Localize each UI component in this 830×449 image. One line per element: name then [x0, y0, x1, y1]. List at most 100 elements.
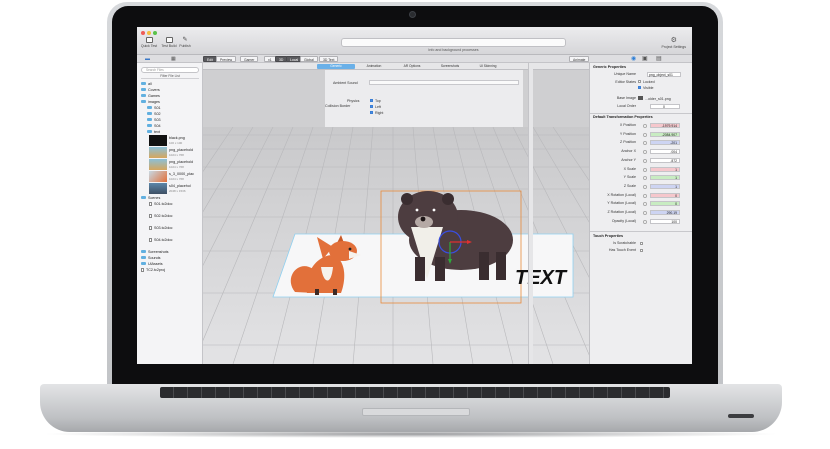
section-divider — [590, 231, 692, 232]
publish-button[interactable]: ✎ Publish — [177, 37, 193, 48]
keyframe-dot-icon[interactable] — [643, 158, 647, 163]
keyframe-dot-icon[interactable] — [643, 219, 647, 224]
tab-screenshots[interactable]: Screenshots — [431, 64, 469, 69]
transform-row-input[interactable]: 290.19 — [650, 209, 680, 215]
keyframe-dot-icon[interactable] — [643, 124, 647, 128]
app-window: Quick Test Test Build ✎ Publish Info and… — [137, 27, 692, 364]
transform-row-label: Anchor Y — [621, 157, 636, 162]
transform-row-input[interactable]: 0 — [650, 192, 680, 198]
folder-icon — [141, 256, 146, 259]
unique-name-label: Unique Name — [614, 72, 636, 76]
folder-icon — [141, 88, 146, 91]
keyframe-dot-icon[interactable] — [643, 193, 647, 198]
keyframe-dot-icon[interactable] — [643, 150, 647, 154]
project-settings-button[interactable]: ⚙ Project Settings — [661, 37, 686, 49]
checkbox-icon — [370, 99, 373, 102]
tab-ui-skinning[interactable]: UI Skinning — [469, 64, 507, 69]
trackpad — [362, 408, 470, 416]
touch-properties-heading: Touch Properties — [593, 234, 624, 238]
folder-icon — [141, 250, 146, 253]
folder-icon — [141, 94, 146, 97]
locked-checkbox[interactable]: Locked — [638, 80, 684, 84]
tree-scene[interactable]: S03.tc2doc — [149, 225, 172, 231]
has-touch-event-checkbox[interactable] — [640, 249, 643, 252]
physics-label: Physics — [347, 99, 360, 103]
activity-status-text: Info and background processes — [428, 48, 479, 52]
visible-checkbox[interactable]: Visible — [638, 86, 684, 90]
overlay-text[interactable]: TEXT — [515, 267, 568, 289]
transform-row-input[interactable]: 1 — [650, 166, 680, 172]
file-browser: Search Files Filter File List all Covers G… — [137, 63, 203, 364]
border-right-label: Right — [375, 111, 384, 115]
tab-generic[interactable]: Generic — [317, 64, 355, 69]
animate-button[interactable]: Animate — [569, 56, 590, 62]
local-order-input[interactable]: 0 — [650, 104, 680, 109]
transform-row-input[interactable]: -1979.914 — [650, 123, 680, 128]
transform-row-input[interactable]: 1 — [650, 175, 680, 180]
transform-row-input[interactable]: -2084.907 — [650, 131, 680, 137]
mode-preview[interactable]: Preview — [216, 56, 237, 62]
keyframe-dot-icon[interactable] — [643, 167, 647, 172]
folder-icon — [141, 262, 146, 265]
tree-item-label: TC2.tc2proj — [146, 268, 166, 272]
transform-row-input[interactable]: .872 — [650, 157, 680, 163]
transform-row-input[interactable]: -201 — [650, 140, 680, 145]
test-build-button[interactable]: Test Build — [159, 37, 179, 48]
keyframe-dot-icon[interactable] — [643, 202, 647, 206]
base-image-field[interactable]: ...older_s01.png — [638, 96, 682, 101]
file-icon — [141, 268, 144, 272]
quick-test-button[interactable]: Quick Test — [139, 37, 159, 48]
device-select[interactable]: Gamer — [240, 56, 259, 62]
close-window-button[interactable] — [141, 31, 145, 35]
transform-row-input[interactable]: 100 — [650, 218, 680, 224]
zoom-window-button[interactable] — [153, 31, 157, 35]
folder-label: Covers — [148, 88, 160, 92]
zoom-select[interactable]: x1 — [264, 56, 276, 62]
folder-label: Games — [148, 94, 160, 98]
tab-ar-options[interactable]: AR Options — [393, 64, 431, 69]
keyframe-dot-icon[interactable] — [643, 176, 647, 180]
keyframe-dot-icon[interactable] — [643, 184, 647, 189]
image-thumbnail[interactable] — [149, 147, 167, 158]
file-search-input[interactable]: Search Files — [141, 67, 199, 73]
unique-name-input[interactable]: png_object_s01 — [647, 72, 681, 77]
window-toolbar: Quick Test Test Build ✎ Publish Info and… — [137, 27, 692, 55]
keyframe-dot-icon[interactable] — [643, 132, 647, 137]
scene-inspector: Ambient Sound Physics Collision Border T… — [325, 70, 523, 130]
transform-row-input[interactable]: .004 — [650, 149, 680, 154]
is-scratchable-checkbox[interactable] — [640, 242, 643, 245]
tree-scene[interactable]: S02.tc2doc — [149, 213, 172, 219]
ambient-sound-field[interactable] — [369, 80, 519, 85]
border-top-checkbox[interactable]: Top — [370, 99, 381, 103]
image-thumbnail[interactable] — [149, 171, 167, 182]
tab-animation[interactable]: Animation — [355, 64, 393, 69]
folder-label: S03 — [154, 118, 161, 122]
minimize-window-button[interactable] — [147, 31, 151, 35]
eye-icon[interactable]: ◉ — [631, 55, 636, 62]
text-3d-button[interactable]: 3D Text — [319, 56, 339, 62]
grid-icon[interactable]: ▦ — [171, 56, 176, 62]
tree-scene[interactable]: S04.tc2doc — [149, 237, 172, 243]
image-thumbnail[interactable] — [149, 135, 167, 146]
folder-icon[interactable]: ▬ — [145, 56, 150, 62]
image-thumbnail[interactable] — [149, 159, 167, 170]
image-thumbnail[interactable] — [149, 183, 167, 194]
scene-label: S04.tc2doc — [154, 238, 173, 242]
image-icon[interactable]: ▣ — [642, 55, 648, 62]
transform-row-input[interactable]: 1 — [650, 183, 680, 189]
file-filter-label[interactable]: Filter File List — [141, 74, 199, 79]
mode-edit[interactable]: Edit — [203, 56, 217, 62]
tree-scene[interactable]: S01.tc2doc — [149, 201, 172, 207]
scene-label: S03.tc2doc — [154, 226, 173, 230]
keyframe-dot-icon[interactable] — [643, 141, 647, 145]
border-right-checkbox[interactable]: Right — [370, 111, 383, 115]
border-left-checkbox[interactable]: Left — [370, 105, 381, 109]
thumbnail-size: 1024 x 768 — [169, 153, 184, 157]
transform-row-label: X Scale — [623, 166, 636, 171]
layers-icon[interactable]: ▤ — [656, 55, 662, 62]
tree-item[interactable]: TC2.tc2proj — [141, 267, 165, 273]
transform-row-input[interactable]: 0 — [650, 201, 680, 206]
keyframe-dot-icon[interactable] — [643, 210, 647, 215]
inspector-scrollbar[interactable] — [528, 63, 533, 364]
space-global[interactable]: Global — [300, 56, 318, 62]
